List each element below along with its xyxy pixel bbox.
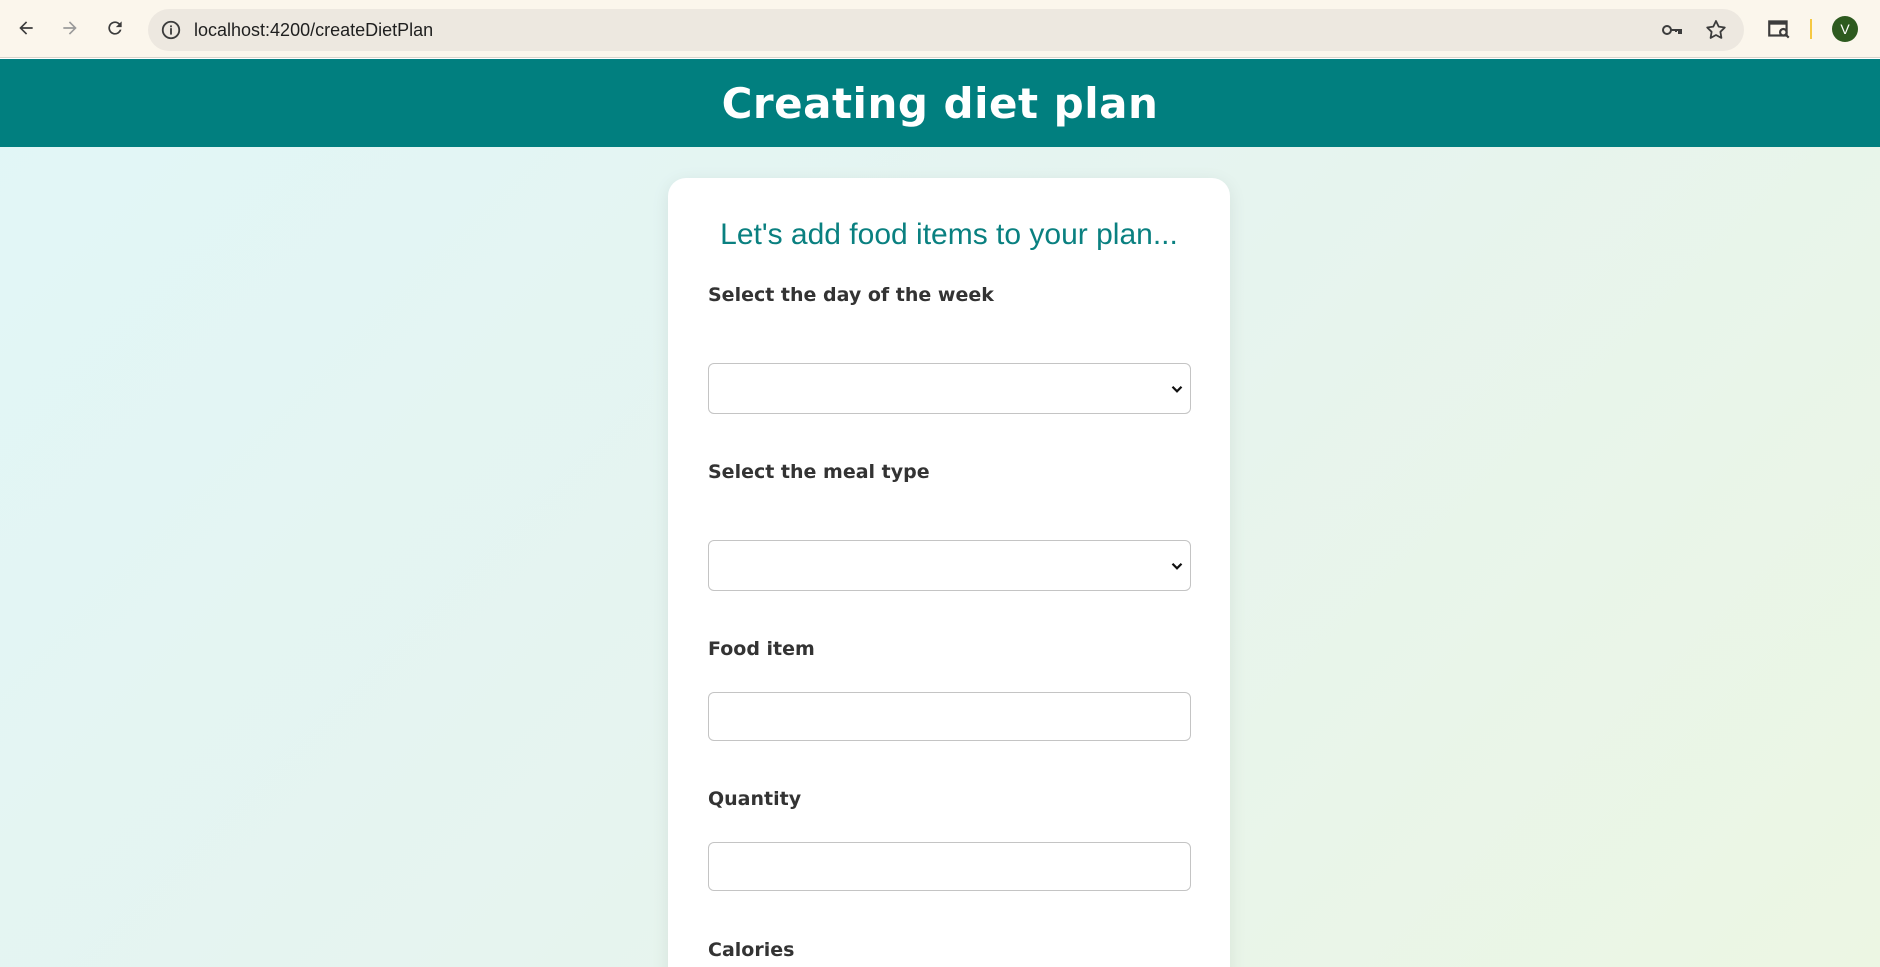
toolbar-divider <box>1810 19 1812 39</box>
star-icon[interactable] <box>1704 18 1728 42</box>
food-item-label: Food item <box>708 638 815 660</box>
quantity-label: Quantity <box>708 788 802 810</box>
info-icon[interactable] <box>160 19 182 41</box>
search-tab-icon[interactable] <box>1766 16 1792 42</box>
forward-icon <box>63 21 77 35</box>
meal-type-label: Select the meal type <box>708 461 930 483</box>
chevron-down-icon <box>1171 385 1183 393</box>
browser-toolbar: localhost:4200/createDietPlan V <box>0 0 1880 58</box>
forward-button[interactable] <box>54 12 86 44</box>
food-item-input[interactable] <box>708 692 1191 741</box>
day-select[interactable] <box>708 363 1191 414</box>
chevron-down-icon <box>1171 562 1183 570</box>
page-title: Creating diet plan <box>721 78 1159 128</box>
reload-icon <box>108 21 122 35</box>
key-icon[interactable] <box>1660 18 1684 42</box>
back-icon <box>19 21 33 35</box>
form-heading: Let's add food items to your plan... <box>720 218 1178 251</box>
quantity-input[interactable] <box>708 842 1191 891</box>
page-body: Creating diet plan Let's add food items … <box>0 59 1880 967</box>
meal-type-select[interactable] <box>708 540 1191 591</box>
url-text: localhost:4200/createDietPlan <box>194 20 434 40</box>
profile-avatar[interactable]: V <box>1832 16 1858 42</box>
calories-label: Calories <box>708 939 795 961</box>
page-header: Creating diet plan <box>0 59 1880 147</box>
back-button[interactable] <box>10 12 42 44</box>
day-label: Select the day of the week <box>708 284 994 306</box>
diet-plan-form-card: Let's add food items to your plan... Sel… <box>668 178 1230 967</box>
reload-button[interactable] <box>99 12 131 44</box>
address-bar[interactable]: localhost:4200/createDietPlan <box>148 9 1744 51</box>
